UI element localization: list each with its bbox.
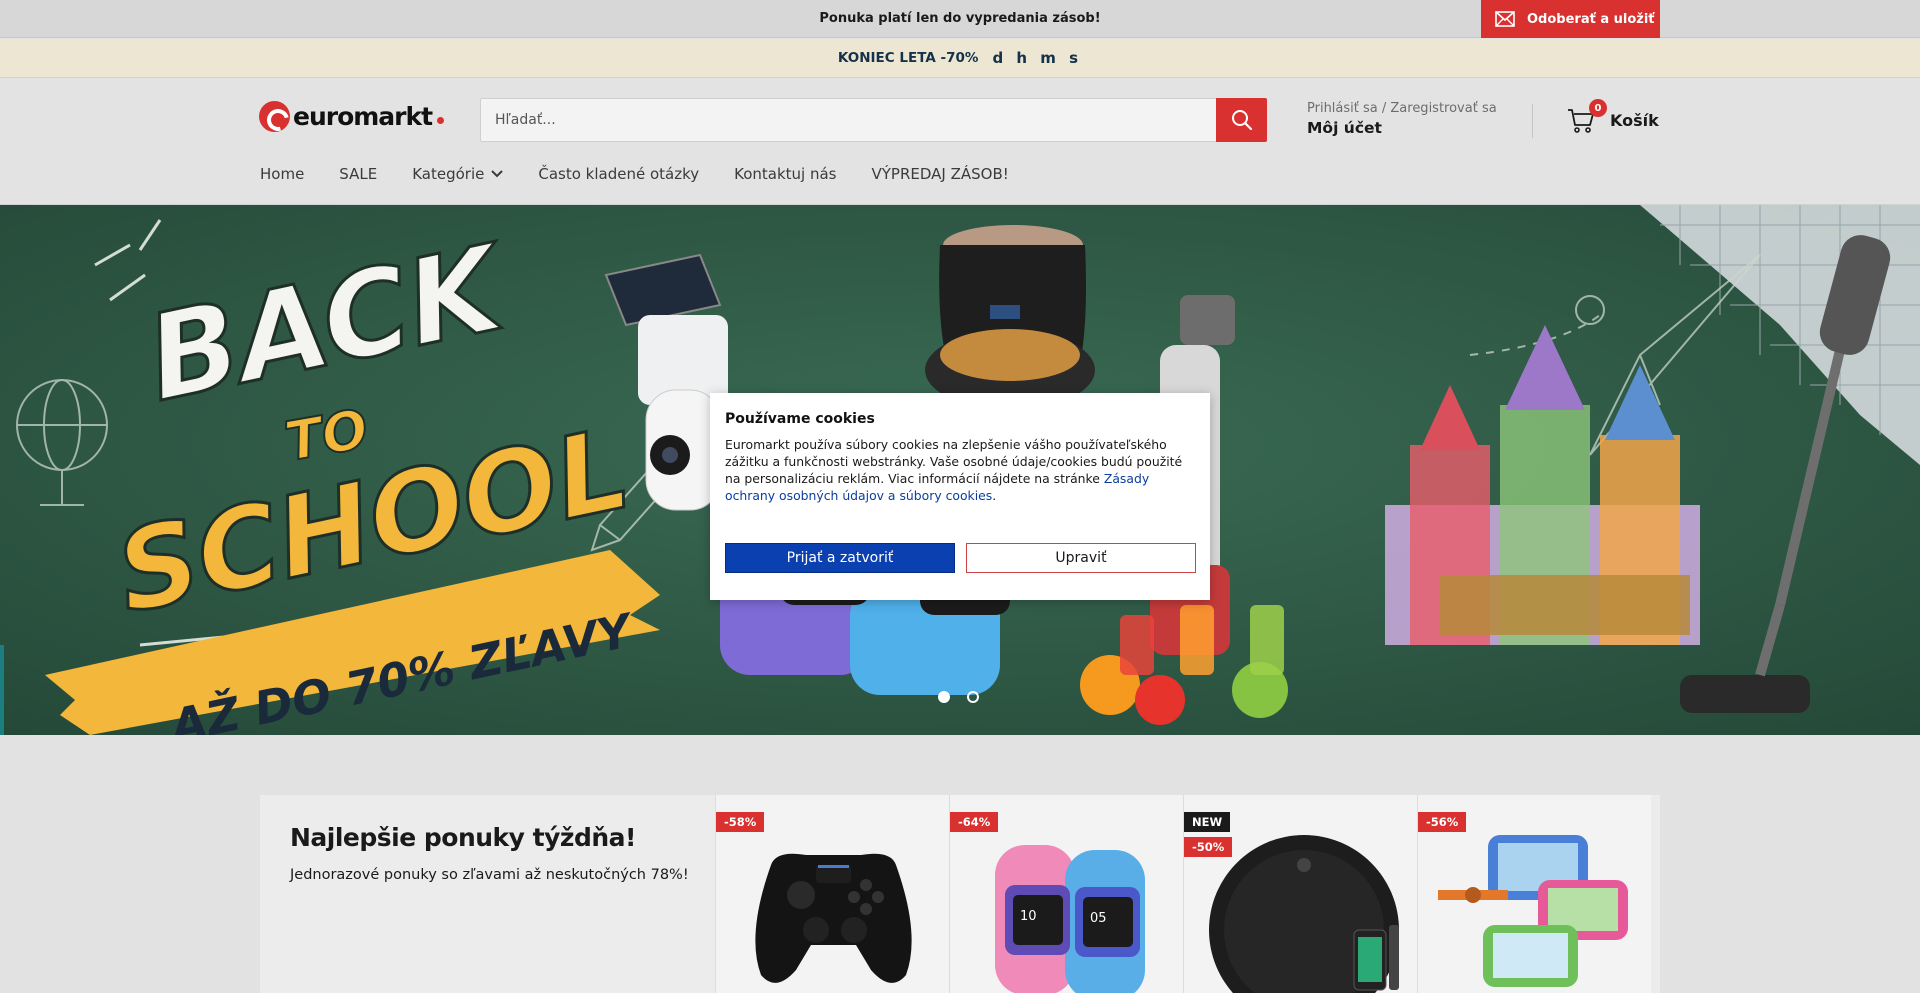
deals-title: Najlepšie ponuky týždňa! — [290, 823, 636, 852]
cookie-text: Euromarkt používa súbory cookies na zlep… — [725, 437, 1183, 503]
edit-cookies-button[interactable]: Upraviť — [966, 543, 1196, 573]
account-block[interactable]: Prihlásiť sa / Zaregistrovať sa Môj účet — [1307, 101, 1497, 137]
cart-label: Košík — [1610, 110, 1659, 130]
slider-dot-2[interactable] — [967, 691, 979, 703]
deals-subtitle: Jednorazové ponuky so zľavami až neskuto… — [290, 867, 689, 883]
subscribe-button[interactable]: Odoberať a uložiť — [1481, 0, 1660, 38]
logo-mark-icon — [259, 101, 290, 132]
cart-icon-wrap: 0 — [1566, 99, 1607, 135]
euromarkt-logo[interactable]: euromarkt — [259, 101, 445, 132]
svg-text:05: 05 — [1090, 911, 1107, 926]
nav-label: Často kladené otázky — [538, 165, 700, 183]
accept-cookies-button[interactable]: Prijať a zatvoriť — [725, 543, 955, 573]
hero-left-edge — [0, 645, 4, 735]
nav-label: Home — [260, 165, 305, 183]
nav-item-sale[interactable]: SALE — [339, 165, 377, 183]
product-card[interactable]: -56% — [1417, 795, 1651, 993]
nav-label: Kontaktuj nás — [734, 165, 837, 183]
nav-item-categories[interactable]: Kategórie — [412, 165, 504, 183]
nav-item-faq[interactable]: Často kladené otázky — [538, 165, 699, 183]
gamepad-icon — [755, 853, 912, 983]
deals-intro: Najlepšie ponuky týždňa! Jednorazové pon… — [290, 823, 689, 883]
my-account-link[interactable]: Môj účet — [1307, 119, 1497, 137]
smartwatch-icon: 10 05 — [995, 845, 1145, 993]
main-nav: Home SALE Kategórie Často kladené otázky… — [260, 165, 1009, 183]
announcement-bar: Ponuka platí len do vypredania zásob! Od… — [0, 0, 1920, 38]
subscribe-label: Odoberať a uložiť — [1527, 11, 1655, 27]
login-register-link[interactable]: Prihlásiť sa / Zaregistrovať sa — [1307, 101, 1497, 116]
search-box — [480, 98, 1267, 142]
nav-item-home[interactable]: Home — [260, 165, 304, 183]
countdown-bar: KONIEC LETA -70% d h m s — [0, 39, 1920, 78]
product-card[interactable]: NEW -50% — [1183, 795, 1417, 993]
nav-item-contact[interactable]: Kontaktuj nás — [734, 165, 836, 183]
product-card[interactable]: -64% 10 05 — [949, 795, 1183, 993]
search-button[interactable] — [1216, 98, 1267, 142]
nav-item-clearance[interactable]: VÝPREDAJ ZÁSOB! — [871, 165, 1008, 183]
search-input[interactable] — [481, 99, 1217, 141]
chevron-down-icon — [491, 170, 504, 178]
logo-dot — [437, 117, 445, 124]
nav-label: SALE — [339, 165, 378, 183]
cart-count-badge: 0 — [1589, 99, 1607, 117]
mail-icon — [1495, 11, 1515, 27]
cookie-consent-dialog: Používame cookies Euromarkt používa súbo… — [710, 393, 1210, 600]
cookie-buttons: Prijať a zatvoriť Upraviť — [725, 543, 1196, 573]
logo-text: euromarkt — [293, 102, 433, 131]
svg-text:10: 10 — [1020, 909, 1037, 924]
nav-label: Kategórie — [412, 165, 485, 183]
weekly-deals-section: Najlepšie ponuky týždňa! Jednorazové pon… — [260, 795, 1660, 993]
kids-tablet-icon — [1438, 835, 1628, 987]
air-fryer-product — [925, 225, 1095, 410]
cart-button[interactable]: 0 Košík — [1566, 99, 1659, 135]
countdown-units: d h m s — [992, 49, 1083, 67]
slider-dot-1[interactable] — [938, 691, 950, 703]
robot-vacuum-icon — [1209, 835, 1399, 993]
header-divider — [1532, 104, 1533, 138]
slider-dots — [938, 691, 979, 703]
product-card[interactable]: -58% — [715, 795, 949, 993]
countdown-label: KONIEC LETA -70% — [837, 50, 979, 66]
search-icon — [1231, 110, 1252, 131]
cookie-title: Používame cookies — [725, 411, 875, 427]
nav-label: VÝPREDAJ ZÁSOB! — [871, 165, 1009, 183]
site-header: euromarkt Prihlásiť sa / Zaregistrovať s… — [0, 79, 1920, 205]
